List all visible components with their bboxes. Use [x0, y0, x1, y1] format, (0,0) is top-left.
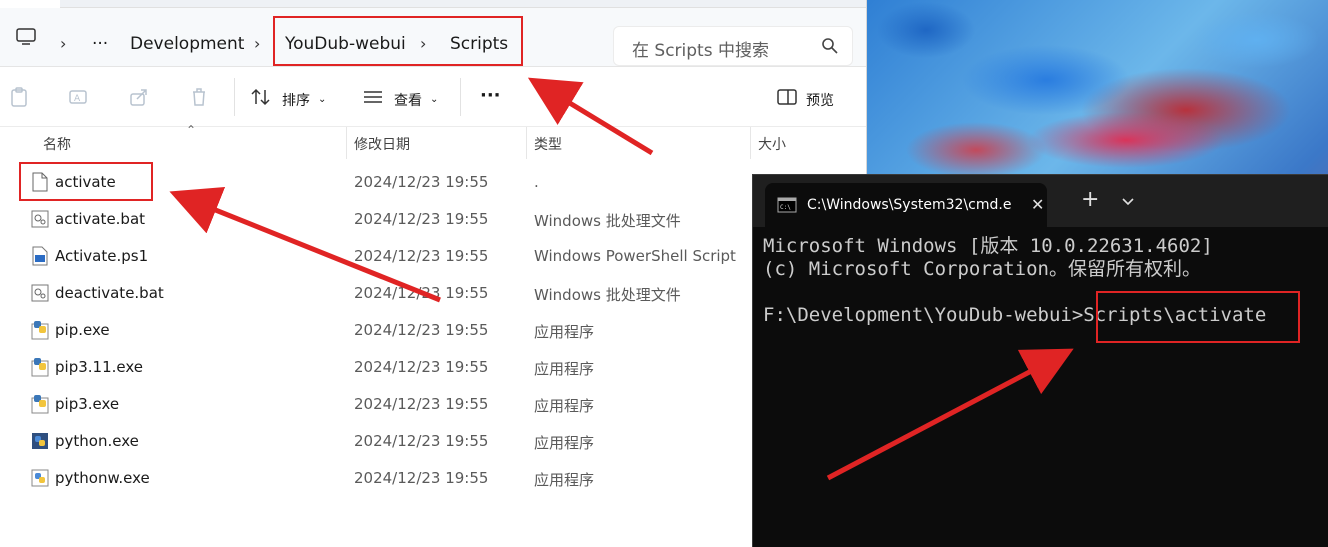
sort-ascending-icon: ⌃	[186, 123, 197, 137]
column-name[interactable]: 名称	[43, 134, 71, 154]
file-date: 2024/12/23 19:55	[354, 432, 489, 450]
computer-icon[interactable]	[16, 28, 36, 46]
file-type: 应用程序	[534, 323, 595, 341]
file-type: 应用程序	[534, 434, 595, 452]
file-date: 2024/12/23 19:55	[354, 284, 489, 302]
breadcrumb-more[interactable]: ···	[92, 34, 108, 54]
column-size[interactable]: 大小	[758, 134, 786, 154]
python-exe-icon	[31, 358, 49, 377]
file-name: activate.bat	[55, 210, 146, 228]
file-row[interactable]: activate.bat 2024/12/23 19:55 Windows 批处…	[0, 201, 866, 238]
delete-icon[interactable]	[188, 86, 210, 108]
breadcrumb-development[interactable]: Development	[130, 34, 244, 54]
cmd-line: Microsoft Windows [版本 10.0.22631.4602]	[763, 235, 1213, 257]
file-name: pythonw.exe	[55, 469, 150, 487]
sort-button[interactable]: 排序	[282, 90, 310, 110]
column-divider[interactable]	[526, 127, 527, 159]
cmd-app-icon: C:\	[777, 197, 797, 213]
search-input[interactable]: 在 Scripts 中搜索	[632, 36, 769, 61]
file-row[interactable]: python.exe 2024/12/23 19:55 应用程序	[0, 423, 866, 460]
search-icon[interactable]	[820, 36, 840, 56]
share-icon[interactable]	[128, 86, 150, 108]
column-divider[interactable]	[346, 127, 347, 159]
close-icon[interactable]: ✕	[1031, 195, 1044, 214]
file-type: 应用程序	[534, 360, 595, 378]
file-row[interactable]: pythonw.exe 2024/12/23 19:55 应用程序	[0, 460, 866, 497]
column-header: ⌃ 名称 修改日期 类型 大小	[0, 123, 866, 159]
python-exe-icon	[31, 321, 49, 340]
file-name: Activate.ps1	[55, 247, 149, 265]
python-exe-icon	[31, 395, 49, 414]
file-type: Windows 批处理文件	[534, 286, 681, 304]
file-date: 2024/12/23 19:55	[354, 247, 489, 265]
cmd-titlebar: C:\ C:\Windows\System32\cmd.e ✕ +	[753, 175, 1328, 227]
file-row[interactable]: pip.exe 2024/12/23 19:55 应用程序	[0, 312, 866, 349]
more-options-button[interactable]: ···	[480, 85, 501, 106]
batch-file-icon	[31, 210, 49, 228]
file-type: 应用程序	[534, 397, 595, 415]
sort-icon[interactable]	[250, 86, 272, 108]
chevron-right-icon: ›	[254, 34, 261, 53]
annotation-box-command	[1096, 291, 1300, 343]
file-date: 2024/12/23 19:55	[354, 173, 489, 191]
window-top-strip	[60, 0, 866, 8]
file-row[interactable]: pip3.exe 2024/12/23 19:55 应用程序	[0, 386, 866, 423]
file-name: deactivate.bat	[55, 284, 164, 302]
cmd-tab-title: C:\Windows\System32\cmd.e	[807, 197, 1012, 213]
column-type[interactable]: 类型	[534, 134, 562, 154]
rename-icon[interactable]: A	[67, 86, 89, 108]
cmd-window: C:\ C:\Windows\System32\cmd.e ✕ + Micros…	[752, 174, 1328, 547]
chevron-down-icon: ⌄	[318, 94, 327, 105]
file-name: python.exe	[55, 432, 139, 450]
file-row[interactable]: pip3.11.exe 2024/12/23 19:55 应用程序	[0, 349, 866, 386]
file-explorer-window: › ··· Development › YouDub-webui › Scrip…	[0, 0, 867, 546]
cmd-tab[interactable]: C:\ C:\Windows\System32\cmd.e ✕	[765, 183, 1047, 227]
file-date: 2024/12/23 19:55	[354, 321, 489, 339]
file-type: .	[534, 173, 539, 191]
view-icon[interactable]	[362, 86, 384, 108]
file-row[interactable]: deactivate.bat 2024/12/23 19:55 Windows …	[0, 275, 866, 312]
python-icon	[31, 469, 49, 487]
paste-icon[interactable]	[8, 86, 30, 108]
python-icon	[32, 433, 48, 449]
file-name: pip3.11.exe	[55, 358, 143, 376]
chevron-down-icon: ⌄	[430, 94, 439, 105]
preview-button[interactable]: 预览	[806, 90, 834, 110]
search-box[interactable]: 在 Scripts 中搜索	[613, 26, 853, 66]
preview-pane-icon[interactable]	[776, 86, 798, 108]
annotation-box-breadcrumb	[273, 16, 523, 66]
column-date[interactable]: 修改日期	[354, 134, 410, 154]
file-type: Windows PowerShell Script	[534, 247, 736, 265]
powershell-script-icon	[32, 246, 48, 266]
command-bar: A 排序 ⌄ 查看 ⌄ ··· 预览	[0, 68, 866, 127]
svg-text:C:\: C:\	[780, 204, 791, 211]
annotation-box-activate	[19, 162, 153, 201]
svg-text:A: A	[74, 94, 81, 104]
column-divider[interactable]	[750, 127, 751, 159]
toolbar-divider	[234, 78, 235, 116]
cmd-line: (c) Microsoft Corporation。保留所有权利。	[763, 258, 1201, 280]
file-type: 应用程序	[534, 471, 595, 489]
new-tab-icon[interactable]: +	[1081, 189, 1099, 211]
chevron-down-icon[interactable]	[1121, 197, 1135, 207]
file-date: 2024/12/23 19:55	[354, 469, 489, 487]
file-date: 2024/12/23 19:55	[354, 395, 489, 413]
file-date: 2024/12/23 19:55	[354, 358, 489, 376]
chevron-right-icon: ›	[60, 34, 67, 53]
toolbar-divider	[460, 78, 461, 116]
batch-file-icon	[31, 284, 49, 302]
file-name: pip3.exe	[55, 395, 120, 413]
file-row[interactable]: Activate.ps1 2024/12/23 19:55 Windows Po…	[0, 238, 866, 275]
file-name: pip.exe	[55, 321, 110, 339]
view-button[interactable]: 查看	[394, 90, 422, 110]
file-date: 2024/12/23 19:55	[354, 210, 489, 228]
file-type: Windows 批处理文件	[534, 212, 681, 230]
